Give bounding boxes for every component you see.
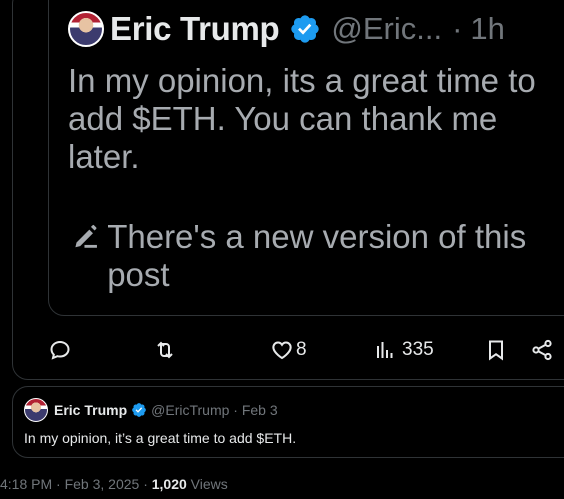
quoted-tweet-card[interactable]	[12, 386, 564, 458]
quoted-author-meta[interactable]: @EricTrump · Feb 3	[151, 402, 278, 418]
quote-timestamp[interactable]: 1h	[470, 11, 504, 47]
quoted-tweet-text: In my opinion, it’s a great time to add …	[24, 430, 297, 446]
avatar[interactable]	[24, 398, 48, 422]
quote-header: Eric Trump @Eric... · 1h	[68, 8, 505, 50]
new-version-text[interactable]: There's a new version of this post	[107, 218, 552, 294]
view-count: 335	[402, 339, 434, 360]
verified-badge-icon	[291, 15, 320, 43]
new-version-notice[interactable]: There's a new version of this post	[72, 218, 552, 294]
bookmark-button[interactable]	[484, 334, 508, 366]
repost-button[interactable]	[153, 334, 177, 366]
quote-text: In my opinion, its a great time to add $…	[68, 62, 536, 175]
reply-icon	[50, 340, 70, 360]
reply-button[interactable]	[48, 334, 72, 366]
pencil-icon	[75, 225, 97, 248]
views-label: Views	[186, 476, 228, 492]
verified-badge-icon	[132, 403, 146, 417]
bookmark-icon	[489, 340, 503, 361]
views-count: 1,020	[151, 476, 187, 492]
repost-icon	[157, 341, 173, 359]
quoted-tweet-header: Eric Trump @EricTrump · Feb 3	[24, 398, 278, 422]
share-button[interactable]	[530, 334, 554, 366]
like-button[interactable]: 8	[270, 334, 307, 366]
views-button[interactable]: 335	[374, 334, 434, 366]
quote-author-name[interactable]: Eric Trump	[110, 10, 280, 48]
like-count: 8	[296, 339, 307, 360]
heart-icon	[272, 341, 292, 360]
action-bar: 8 335	[0, 330, 564, 370]
separator-dot: ·	[452, 11, 463, 46]
post-metadata: 4:18 PM · Feb 3, 2025 · 1,020 Views	[0, 476, 228, 492]
share-icon	[532, 339, 552, 361]
avatar[interactable]	[68, 11, 104, 47]
quote-author-handle[interactable]: @Eric...	[331, 11, 442, 47]
post-datetime[interactable]: 4:18 PM · Feb 3, 2025 ·	[0, 476, 152, 492]
views-icon	[377, 342, 393, 358]
quoted-author-name[interactable]: Eric Trump	[54, 402, 127, 418]
